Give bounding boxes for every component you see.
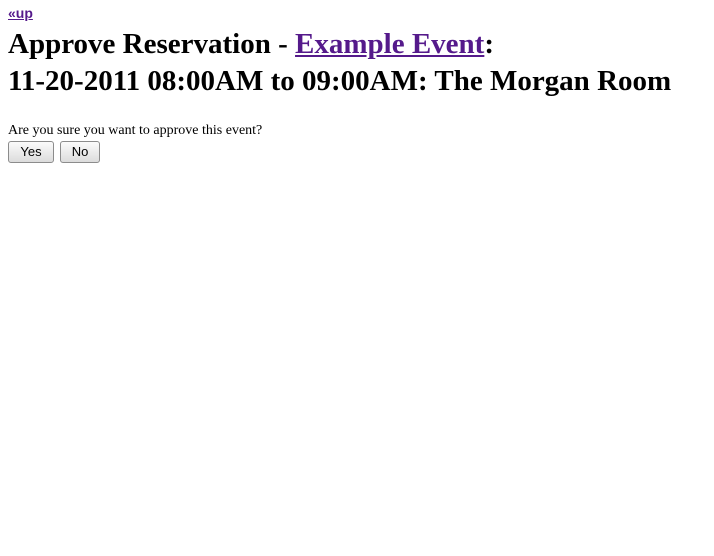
title-separator: - — [270, 28, 296, 60]
title-colon: : — [484, 28, 495, 60]
yes-button[interactable]: Yes — [8, 141, 54, 163]
event-link[interactable]: Example Event — [295, 28, 484, 60]
no-button[interactable]: No — [60, 141, 100, 163]
confirm-buttons: Yes No — [8, 141, 698, 163]
page-title: Approve Reservation - Example Event: 11-2… — [8, 26, 698, 99]
reservation-details: 11-20-2011 08:00AM to 09:00AM: The Morga… — [8, 64, 672, 97]
title-prefix: Approve Reservation — [8, 28, 271, 60]
page-content: «up Approve Reservation - Example Event:… — [8, 4, 698, 163]
confirm-question: Are you sure you want to approve this ev… — [8, 123, 263, 138]
up-link[interactable]: «up — [8, 4, 33, 22]
